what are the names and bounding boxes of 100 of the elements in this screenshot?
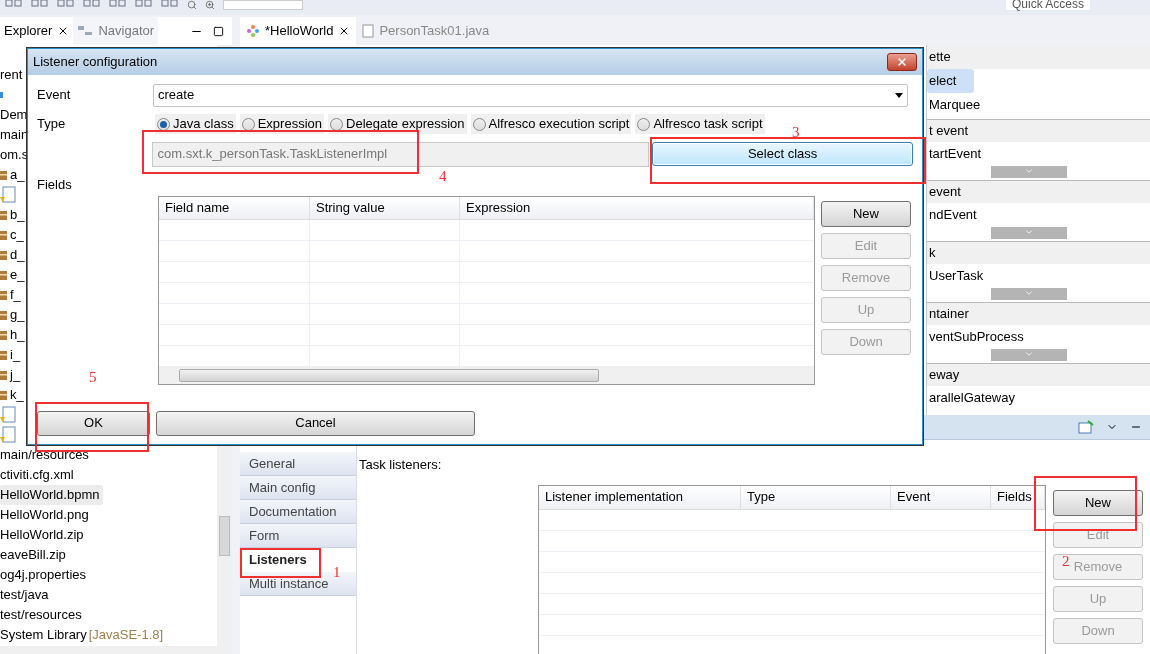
tree-item[interactable]: a_ [0, 165, 29, 185]
package-icon [0, 368, 8, 382]
file-icon [362, 24, 375, 38]
palette-entry[interactable]: UserTask [927, 264, 1150, 288]
toolbar-icon[interactable] [5, 0, 23, 9]
palette-entry[interactable]: ventSubProcess [927, 325, 1150, 349]
flower-icon [246, 24, 260, 38]
field-label: Type [37, 115, 67, 134]
annotation-number: 3 [792, 123, 800, 141]
tree-item[interactable]: System Library[JavaSE-1.8] [0, 625, 168, 645]
package-icon [0, 308, 8, 322]
column-header[interactable]: String value [310, 196, 460, 219]
tree-label: a_ [10, 166, 25, 185]
palette-drawer-header[interactable]: ntainer [927, 303, 1150, 325]
palette-drawer-header[interactable]: k [927, 242, 1150, 264]
tree-label: i_ [10, 346, 21, 365]
type-radio[interactable]: Alfresco execution script [470, 114, 632, 134]
tree-item[interactable]: e_ [0, 265, 29, 285]
tree-item[interactable]: d_ [0, 245, 29, 265]
column-header[interactable]: Field name [159, 196, 310, 219]
package-icon [0, 288, 8, 302]
palette-header: ette [927, 45, 1150, 69]
tree-label: e_ [10, 266, 25, 285]
annotation-number: 2 [1062, 552, 1070, 570]
listeners-table[interactable]: Listener implementation Type Event Fields [538, 484, 1046, 654]
column-header[interactable]: Type [741, 485, 891, 509]
column-header[interactable]: Listener implementation [539, 485, 741, 509]
type-radio[interactable]: Alfresco task script [635, 114, 765, 134]
palette-tool[interactable]: Marquee [927, 93, 999, 117]
toolbar-icon[interactable] [57, 0, 75, 9]
dropdown-arrow-icon [895, 92, 903, 98]
tree-label: f_ [10, 286, 21, 305]
type-radio[interactable]: Expression [239, 114, 324, 134]
tree-item[interactable]: i_ [0, 345, 25, 365]
palette-drawer-header[interactable]: t event [927, 120, 1150, 142]
palette-entry[interactable]: tartEvent [927, 142, 1150, 166]
property-tab[interactable]: General [240, 452, 356, 476]
section-label: Task listeners: [359, 456, 443, 474]
palette-entry[interactable]: ndEvent [927, 203, 1150, 227]
package-icon [0, 248, 8, 262]
tree-label: h_ [10, 326, 25, 345]
zoom-icon[interactable] [205, 0, 215, 10]
tree-marker-icon [0, 92, 3, 98]
column-header[interactable]: Fields [991, 485, 1045, 509]
tree-decoration: [JavaSE-1.8] [88, 626, 164, 645]
dialog-title: Listener configuration [33, 53, 158, 72]
event-dropdown[interactable]: create [153, 83, 908, 107]
tree-label: d_ [10, 246, 25, 265]
type-radio[interactable]: Delegate expression [328, 114, 467, 134]
annotation-number: 5 [89, 368, 97, 386]
navigator-icon [77, 25, 94, 37]
select-class-button[interactable]: Select class [652, 142, 913, 166]
fields-table[interactable]: Field name String value Expression [158, 195, 815, 385]
maximize-icon[interactable] [213, 25, 224, 37]
package-icon [0, 168, 8, 182]
package-icon [0, 208, 8, 222]
toolbar-icon[interactable] [161, 0, 179, 9]
close-button[interactable] [887, 53, 917, 71]
pin-icon[interactable] [1078, 420, 1094, 434]
property-tab[interactable]: Documentation [240, 500, 356, 524]
column-header[interactable]: Event [891, 485, 991, 509]
toolbar-icon[interactable] [83, 0, 101, 9]
tree-item[interactable]: b_ [0, 205, 29, 225]
palette-drawer-header[interactable]: eway [927, 364, 1150, 386]
tree-label: b_ [10, 206, 25, 225]
toolbar-icon[interactable] [31, 0, 49, 9]
tab-label: Explorer [4, 22, 53, 41]
cancel-button[interactable]: Cancel [156, 410, 475, 436]
tree-label: c_ [10, 226, 24, 245]
tab-label: PersonTask01.java [379, 22, 490, 41]
action-button[interactable]: New [821, 200, 911, 227]
palette-entry[interactable]: arallelGateway [927, 386, 1150, 410]
tree-label: g_ [10, 306, 25, 325]
action-button[interactable]: New [1053, 489, 1143, 516]
property-tab[interactable]: Main config [240, 476, 356, 500]
tree-label: k_ [10, 386, 24, 405]
package-icon [0, 328, 8, 342]
toolbar-icon[interactable] [109, 0, 127, 9]
tree-item[interactable]: j_ [0, 365, 25, 385]
property-tab[interactable]: Form [240, 524, 356, 548]
column-header[interactable]: Expression [460, 196, 814, 219]
editor-tab[interactable]: *HelloWorld [240, 17, 357, 45]
package-icon [0, 228, 8, 242]
zoom-combo[interactable] [223, 0, 303, 10]
palette-drawer-header[interactable]: event [927, 181, 1150, 203]
view-tab[interactable]: Navigator [73, 17, 159, 45]
field-label: Fields [37, 176, 72, 194]
tab-label: Navigator [98, 22, 155, 41]
ok-button[interactable]: OK [37, 410, 150, 436]
tree-item[interactable]: h_ [0, 325, 29, 345]
search-icon[interactable] [187, 0, 197, 10]
tree-item[interactable]: f_ [0, 285, 25, 305]
tree-item[interactable]: c_ [0, 225, 28, 245]
type-radio[interactable]: Java class [155, 114, 236, 134]
tree-item[interactable]: k_ [0, 385, 28, 405]
tree-item[interactable]: g_ [0, 305, 29, 325]
close-icon [896, 56, 908, 68]
palette-tool[interactable]: elect [927, 69, 975, 93]
toolbar-icon[interactable] [135, 0, 153, 9]
quick-access-field[interactable]: Quick Access [1005, 0, 1090, 10]
